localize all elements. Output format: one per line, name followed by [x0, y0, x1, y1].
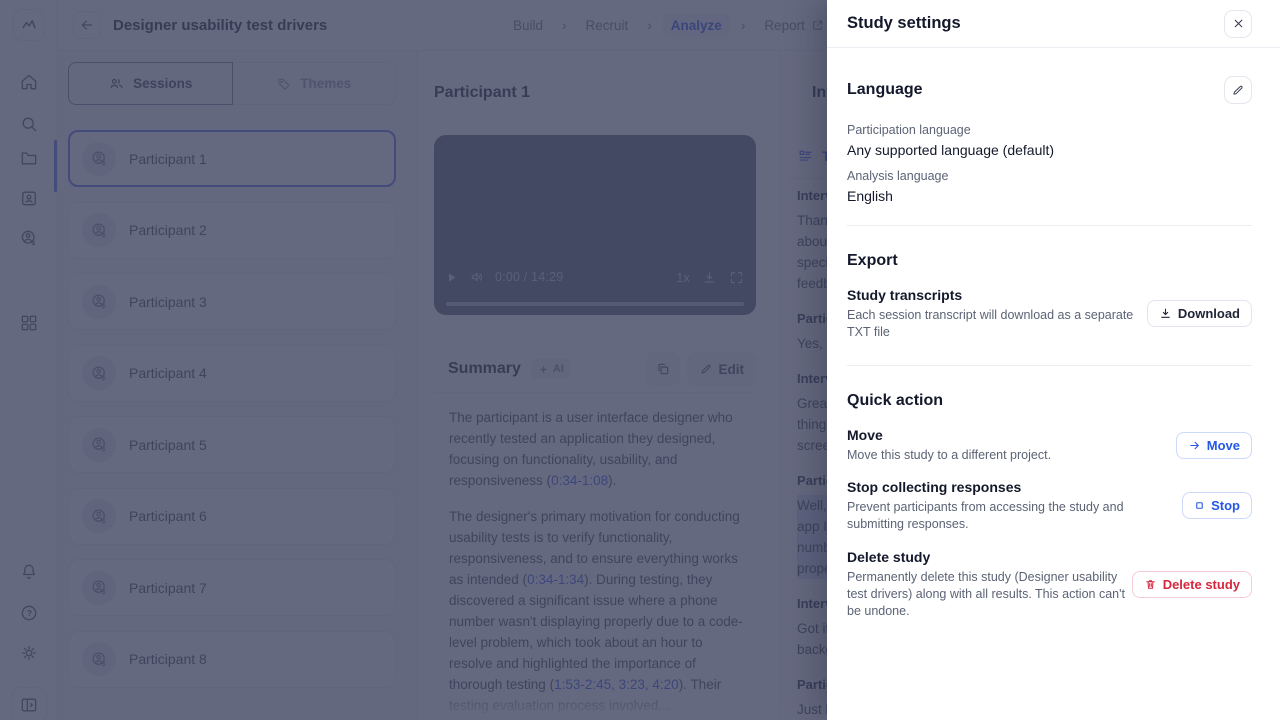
analysis-language-label: Analysis language [847, 168, 1252, 184]
stop-collecting-title: Stop collecting responses [847, 478, 1152, 497]
participation-language-value: Any supported language (default) [847, 141, 1252, 159]
study-settings-drawer: Study settings Language Participation la… [827, 0, 1280, 720]
delete-study-title: Delete study [847, 548, 1132, 567]
edit-language-button[interactable] [1224, 76, 1252, 104]
close-icon [1232, 17, 1245, 30]
participation-language-label: Participation language [847, 122, 1252, 138]
export-heading: Export [847, 251, 1252, 271]
close-button[interactable] [1224, 10, 1252, 38]
analysis-language-value: English [847, 187, 1252, 205]
delete-study-button[interactable]: Delete study [1132, 571, 1252, 598]
trash-icon [1144, 578, 1157, 591]
download-icon [1159, 307, 1172, 320]
app-window: $ ? Designer usability test drivers Buil… [0, 0, 1280, 720]
arrow-right-icon [1188, 439, 1201, 452]
delete-study-desc: Permanently delete this study (Designer … [847, 569, 1132, 620]
language-heading: Language [847, 80, 923, 100]
stop-button[interactable]: Stop [1182, 492, 1252, 519]
drawer-title: Study settings [847, 14, 961, 33]
download-button[interactable]: Download [1147, 300, 1252, 327]
pencil-icon [1231, 83, 1245, 97]
study-transcripts-title: Study transcripts [847, 286, 1147, 305]
study-transcripts-desc: Each session transcript will download as… [847, 307, 1147, 341]
quick-action-heading: Quick action [847, 391, 1252, 411]
move-button[interactable]: Move [1176, 432, 1252, 459]
stop-icon [1194, 500, 1205, 511]
divider [847, 365, 1252, 366]
stop-collecting-desc: Prevent participants from accessing the … [847, 499, 1152, 533]
move-desc: Move this study to a different project. [847, 447, 1152, 464]
move-title: Move [847, 426, 1152, 445]
divider [847, 225, 1252, 226]
